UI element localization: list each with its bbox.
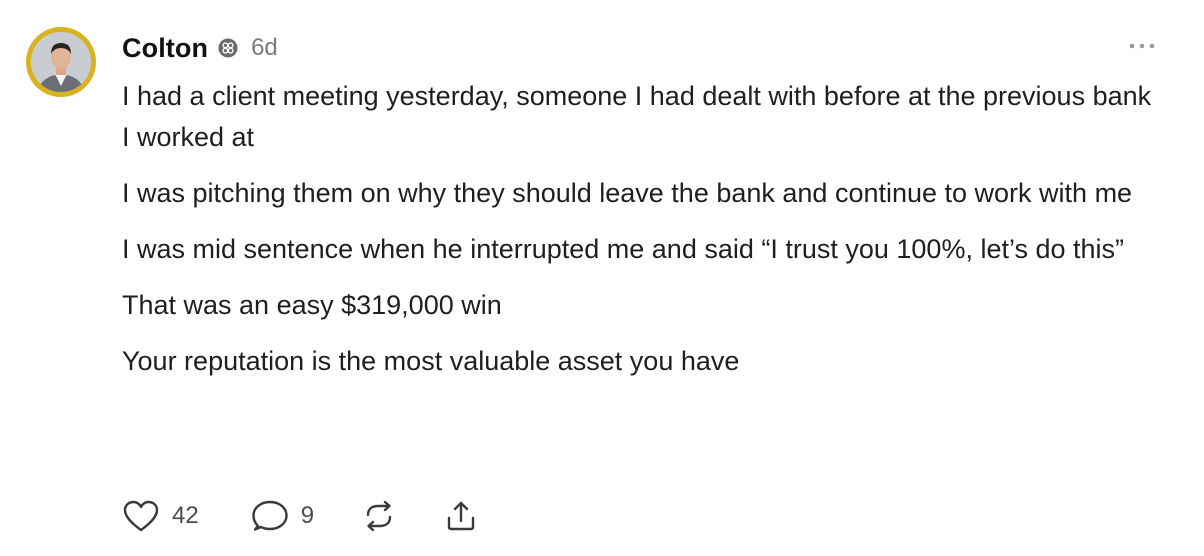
- share-icon: [444, 499, 478, 533]
- reply-count: 9: [300, 502, 315, 529]
- post-header: Colton 6d: [122, 30, 278, 66]
- more-options-icon[interactable]: [1126, 36, 1158, 56]
- avatar-photo: [31, 32, 91, 92]
- flower-badge-icon: [218, 38, 238, 58]
- post-body: I had a client meeting yesterday, someon…: [122, 76, 1162, 397]
- post-paragraph: Your reputation is the most valuable ass…: [122, 346, 740, 376]
- repost-icon: [362, 499, 396, 533]
- author-name[interactable]: Colton: [122, 33, 208, 64]
- reply-button[interactable]: 9: [251, 499, 314, 533]
- speech-bubble-icon: [251, 499, 289, 533]
- like-count: 42: [172, 502, 199, 529]
- avatar[interactable]: [26, 27, 96, 97]
- like-button[interactable]: 42: [122, 499, 199, 533]
- post-paragraph: I was pitching them on why they should l…: [122, 178, 1133, 208]
- post-paragraph: I was mid sentence when he interrupted m…: [122, 234, 1125, 264]
- share-button[interactable]: [444, 499, 478, 533]
- post-card: Colton 6d I had a client meeting yesterd…: [0, 0, 1204, 556]
- post-paragraph: That was an easy $319,000 win: [122, 290, 502, 320]
- post-paragraph: I had a client meeting yesterday, someon…: [122, 81, 1152, 152]
- post-timestamp: 6d: [251, 34, 278, 61]
- repost-button[interactable]: [362, 499, 396, 533]
- action-bar: 42 9: [122, 496, 478, 536]
- heart-icon: [122, 499, 160, 533]
